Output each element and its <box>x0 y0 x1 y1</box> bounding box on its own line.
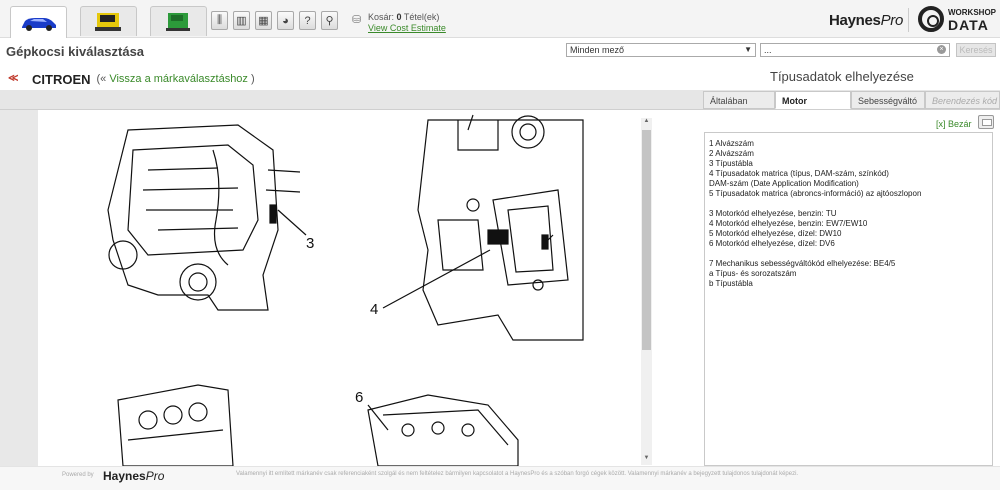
page-title: Gépkocsi kiválasztása <box>6 44 145 59</box>
tab-transmission[interactable]: Sebességváltó <box>851 91 925 109</box>
info-box: 1 Alvázszám 2 Alvázszám 3 Típustábla 4 Típu… <box>704 132 993 466</box>
van-icon <box>165 12 190 31</box>
scroll-down-icon[interactable]: ▼ <box>641 455 652 465</box>
workshop-data-logo-icon <box>918 6 944 32</box>
callout-6: 6 <box>355 389 363 406</box>
back-link-wrapper: (« Vissza a márkaválasztáshoz ) <box>96 73 255 85</box>
tab-general[interactable]: Általában <box>703 91 775 109</box>
search-input[interactable]: ... × <box>760 43 950 57</box>
info-line: 3 Típustábla <box>709 159 753 168</box>
cart-summary: Kosár: 0 Tétel(ek) <box>368 12 440 22</box>
clear-icon[interactable]: × <box>937 45 946 54</box>
car-icon <box>21 17 56 31</box>
info-line: 5 Típusadatok matrica (abroncs-informáci… <box>709 189 922 198</box>
field-select[interactable]: Minden mező ▼ <box>566 43 756 57</box>
panel-title: Típusadatok elhelyezése <box>770 69 914 84</box>
make-name: CITROEN <box>32 71 91 87</box>
info-line: 4 Típusadatok matrica (típus, DAM-szám, … <box>709 169 889 178</box>
citroen-logo-icon: ≪ <box>8 73 19 84</box>
viewer-margin <box>0 110 38 466</box>
info-line: 4 Motorkód elhelyezése, benzin: EW7/EW10 <box>709 219 868 228</box>
make-row: ≪ CITROEN (« Vissza a márkaválasztáshoz … <box>8 70 255 88</box>
engine-drawing: 3 4 6 <box>38 110 638 466</box>
haynespro-logo: HaynesPro <box>829 12 904 29</box>
info-line: 6 Motorkód elhelyezése, dízel: DV6 <box>709 239 835 248</box>
search-button[interactable]: Keresés <box>956 43 996 57</box>
scroll-up-icon[interactable]: ▲ <box>641 118 652 128</box>
calculator-icon[interactable]: ▦ <box>255 11 272 30</box>
close-link[interactable]: [x] Bezár <box>936 119 972 129</box>
cart-icon: ⛁ <box>352 14 362 26</box>
chevron-down-icon: ▼ <box>744 45 752 54</box>
footer-disclaimer: Valamennyi itt említett márkanév csak re… <box>236 471 799 477</box>
truck-icon <box>94 12 121 31</box>
callout-4: 4 <box>370 301 378 318</box>
tab-engine[interactable]: Motor <box>775 91 851 109</box>
info-line: a Típus- és sorozatszám <box>709 269 797 278</box>
workshop-data-logo-text: WORKSHOP DATA <box>948 8 996 33</box>
gauge-icon[interactable]: ◕ <box>277 11 294 30</box>
info-line: 1 Alvázszám <box>709 139 754 148</box>
view-cost-estimate-link[interactable]: View Cost Estimate <box>368 23 446 33</box>
vehicle-tab-truck[interactable] <box>80 6 137 36</box>
info-line: b Típustábla <box>709 279 753 288</box>
drawing-scrollbar-thumb[interactable] <box>642 130 651 350</box>
vehicle-tab-car[interactable] <box>10 6 67 38</box>
brand-divider <box>908 8 909 32</box>
help-icon[interactable]: ? <box>299 11 316 30</box>
print-icon[interactable] <box>978 115 994 129</box>
vehicle-tab-van[interactable] <box>150 6 207 36</box>
back-to-makes-link[interactable]: Vissza a márkaválasztáshoz <box>109 73 248 85</box>
info-line: 5 Motorkód elhelyezése, dízel: DW10 <box>709 229 842 238</box>
footer-haynespro-logo: HaynesPro <box>103 469 165 483</box>
info-line: 3 Motorkód elhelyezése, benzin: TU <box>709 209 837 218</box>
info-line: DAM-szám (Date Application Modification) <box>709 179 859 188</box>
info-line: 2 Alvázszám <box>709 149 754 158</box>
callout-3: 3 <box>306 235 314 252</box>
tab-equipment-code[interactable]: Berendezés kód <box>925 91 1000 109</box>
tool-1-icon[interactable]: ⫼ <box>211 11 228 30</box>
powered-by: Powered by <box>62 472 94 478</box>
search-icon[interactable]: ⚲ <box>321 11 338 30</box>
tool-2-icon[interactable]: ▥ <box>233 11 250 30</box>
info-line: 7 Mechanikus sebességváltókód elhelyezés… <box>709 259 896 268</box>
